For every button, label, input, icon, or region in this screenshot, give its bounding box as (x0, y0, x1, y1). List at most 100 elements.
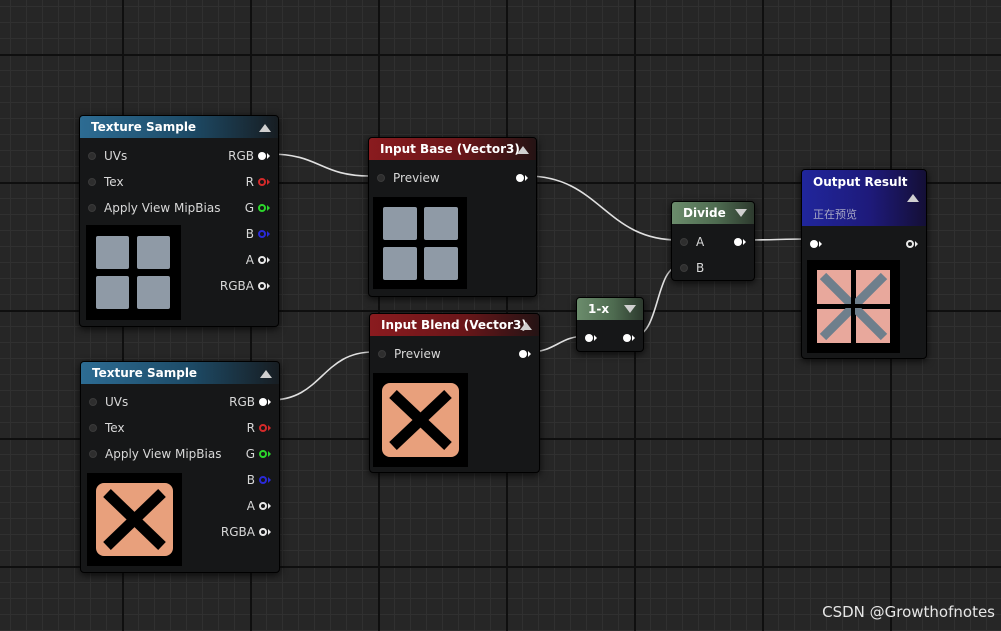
triangle-up-icon[interactable] (907, 194, 919, 202)
one-minus-node[interactable]: 1-x (576, 297, 644, 352)
triangle-down-icon[interactable] (624, 305, 636, 313)
pin-dot-icon[interactable] (258, 151, 266, 160)
pin-ring-icon[interactable] (259, 501, 267, 510)
preview-orange-x (373, 373, 468, 467)
pin-b[interactable]: B (246, 225, 270, 241)
pin-apply-view-mipbias[interactable]: Apply View MipBias (88, 199, 220, 215)
pin-arrow-icon (268, 528, 271, 535)
pin-dot-icon[interactable] (88, 151, 96, 160)
pin-arrow-icon (267, 230, 270, 237)
input-blend-node[interactable]: Input Blend (Vector3) Preview (369, 313, 540, 473)
pin-r[interactable]: R (246, 173, 270, 189)
texture-sample-node-2[interactable]: Texture Sample UVs Tex Apply View MipBia… (80, 361, 280, 573)
triangle-down-icon[interactable] (735, 209, 747, 217)
pin-ring-icon[interactable] (258, 255, 266, 264)
pin-rgb[interactable]: RGB (229, 393, 271, 409)
pin-a-input[interactable]: A (680, 233, 704, 249)
pin-arrow-icon (267, 282, 270, 289)
node-header[interactable]: Texture Sample (81, 362, 279, 384)
triangle-up-icon[interactable] (517, 146, 529, 154)
pin-apply-view-mipbias[interactable]: Apply View MipBias (89, 445, 221, 461)
node-header[interactable]: Input Blend (Vector3) (370, 314, 539, 336)
pin-dot-icon[interactable] (88, 177, 96, 186)
pin-arrow-icon (268, 476, 271, 483)
wire-rgb-to-input-blend (270, 351, 374, 401)
pin-output[interactable] (519, 345, 531, 361)
pin-arrow-icon (267, 204, 270, 211)
node-title: Input Blend (Vector3) (381, 318, 527, 332)
pin-ring-icon[interactable] (906, 239, 914, 248)
pin-ring-icon[interactable] (259, 449, 267, 458)
pin-dot-icon[interactable] (734, 237, 742, 246)
pin-ring-icon[interactable] (258, 281, 266, 290)
pin-g[interactable]: G (246, 445, 271, 461)
pin-dot-icon[interactable] (89, 397, 97, 406)
pin-a[interactable]: A (246, 251, 270, 267)
pin-dot-icon[interactable] (377, 173, 385, 182)
pin-a[interactable]: A (247, 497, 271, 513)
pin-rgba[interactable]: RGBA (220, 277, 270, 293)
pin-g[interactable]: G (245, 199, 270, 215)
texture-sample-node-1[interactable]: Texture Sample UVs Tex Apply View MipBia… (79, 115, 279, 327)
pin-preview-input[interactable]: Preview (377, 169, 440, 185)
pin-preview-input[interactable]: Preview (378, 345, 441, 361)
pin-arrow-icon (268, 398, 271, 405)
pin-output[interactable] (623, 329, 635, 345)
pin-ring-icon[interactable] (259, 423, 267, 432)
node-header[interactable]: Divide (672, 202, 754, 224)
node-header[interactable]: Texture Sample (80, 116, 278, 138)
pin-dot-icon[interactable] (680, 263, 688, 272)
pin-dot-icon[interactable] (378, 349, 386, 358)
pin-ring-icon[interactable] (258, 229, 266, 238)
pin-arrow-icon (268, 424, 271, 431)
pin-dot-icon[interactable] (680, 237, 688, 246)
pin-ring-icon[interactable] (258, 177, 266, 186)
pin-dot-icon[interactable] (89, 423, 97, 432)
pin-ring-icon[interactable] (259, 527, 267, 536)
pin-dot-icon[interactable] (88, 203, 96, 212)
pin-arrow-icon (267, 256, 270, 263)
triangle-up-icon[interactable] (260, 370, 272, 378)
watermark: CSDN @Growthofnotes (822, 603, 995, 621)
pin-output[interactable] (516, 169, 528, 185)
pin-arrow-icon (267, 152, 270, 159)
pin-arrow-icon (268, 502, 271, 509)
pin-dot-icon[interactable] (519, 349, 527, 358)
node-title: Input Base (Vector3) (380, 142, 520, 156)
wire-input-base-to-divide-a (526, 175, 679, 241)
pin-rgb[interactable]: RGB (228, 147, 270, 163)
result-preview (807, 260, 900, 353)
preview-status-label: 正在预览 (813, 208, 857, 221)
pin-dot-icon[interactable] (585, 333, 593, 342)
pin-uvs[interactable]: UVs (89, 393, 128, 409)
pin-output[interactable] (906, 235, 918, 251)
pin-b[interactable]: B (247, 471, 271, 487)
pin-dot-icon[interactable] (89, 449, 97, 458)
pin-arrow-icon (267, 178, 270, 185)
pin-input[interactable] (810, 235, 822, 251)
triangle-up-icon[interactable] (520, 322, 532, 330)
pin-input[interactable] (585, 329, 597, 345)
pin-b-input[interactable]: B (680, 259, 704, 275)
node-title: Texture Sample (91, 120, 197, 134)
pin-tex[interactable]: Tex (89, 419, 125, 435)
node-header[interactable]: Input Base (Vector3) (369, 138, 536, 160)
output-result-node[interactable]: Output Result 正在预览 (801, 169, 927, 359)
pin-dot-icon[interactable] (623, 333, 631, 342)
triangle-up-icon[interactable] (259, 124, 271, 132)
pin-ring-icon[interactable] (259, 475, 267, 484)
pin-arrow-icon (525, 174, 528, 181)
pin-r[interactable]: R (247, 419, 271, 435)
pin-tex[interactable]: Tex (88, 173, 124, 189)
pin-dot-icon[interactable] (516, 173, 524, 182)
pin-dot-icon[interactable] (810, 239, 818, 248)
divide-node[interactable]: Divide A B (671, 201, 755, 281)
input-base-node[interactable]: Input Base (Vector3) Preview (368, 137, 537, 297)
pin-output[interactable] (734, 233, 746, 249)
node-header[interactable]: 1-x (577, 298, 643, 320)
pin-uvs[interactable]: UVs (88, 147, 127, 163)
pin-arrow-icon (819, 240, 822, 247)
pin-dot-icon[interactable] (259, 397, 267, 406)
pin-rgba[interactable]: RGBA (221, 523, 271, 539)
pin-ring-icon[interactable] (258, 203, 266, 212)
